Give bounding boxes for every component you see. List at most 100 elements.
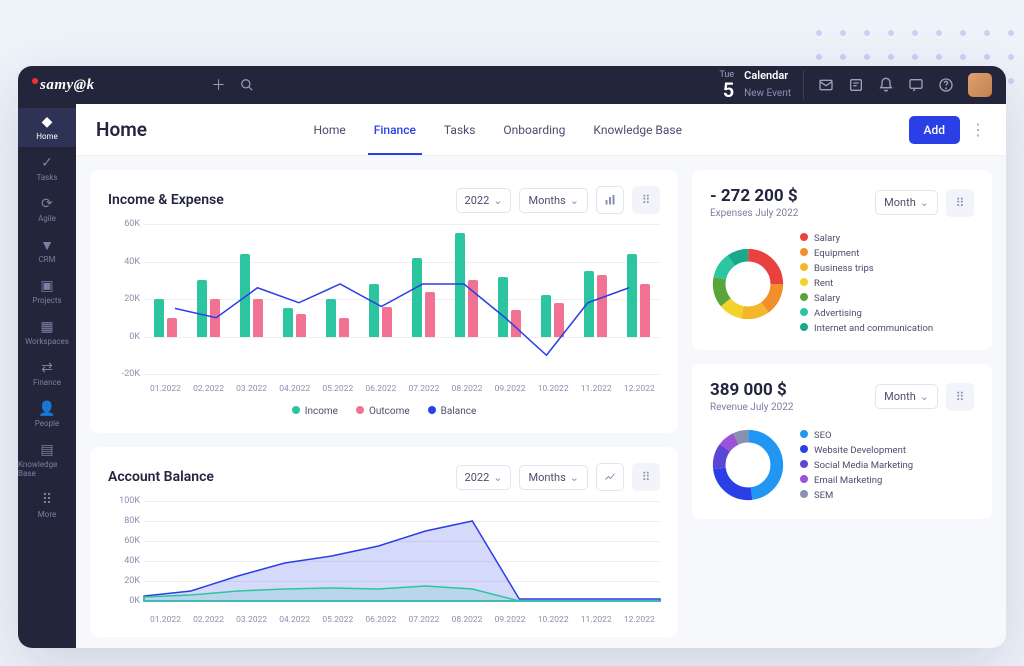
sidebar-item-workspaces[interactable]: ▦ Workspaces: [18, 313, 76, 352]
legend-item: Internet and communication: [800, 323, 933, 334]
logo: samy@k: [32, 77, 95, 94]
sidebar-item-label: Projects: [32, 296, 61, 305]
expenses-donut: [710, 246, 786, 322]
home-icon: ◆: [42, 114, 53, 130]
card-title: Income & Expense: [108, 192, 224, 208]
sidebar-item-knowledge-base[interactable]: ▤ Knowledge Base: [18, 436, 76, 484]
period-select[interactable]: Months: [519, 188, 588, 213]
legend-item: Website Development: [800, 445, 913, 456]
grid-button[interactable]: ⠿: [946, 383, 974, 411]
legend-item: Rent: [800, 278, 933, 289]
sidebar-item-crm[interactable]: ▼ CRM: [18, 231, 76, 270]
calendar-title: Calendar: [744, 70, 791, 82]
chat-icon[interactable]: [908, 77, 924, 93]
expenses-value: - 272 200 $: [710, 186, 798, 206]
year-select[interactable]: 2022: [456, 188, 512, 213]
bell-icon[interactable]: [878, 77, 894, 93]
page-header: Home Home Finance Tasks Onboarding Knowledge…: [76, 104, 1006, 156]
grid-button[interactable]: ⠿: [946, 189, 974, 217]
search-icon[interactable]: [233, 78, 261, 92]
period-select[interactable]: Month: [875, 384, 938, 409]
sidebar-item-tasks[interactable]: ✓ Tasks: [18, 149, 76, 188]
sidebar: ◆ Home ✓ Tasks ⟳ Agile ▼ CRM ▣ Projects ▦ Workspace…: [18, 104, 76, 648]
grid-button[interactable]: ⠿: [632, 463, 660, 491]
legend-item: SEM: [800, 490, 913, 501]
sidebar-item-label: Finance: [33, 378, 61, 387]
tabs: Home Finance Tasks Onboarding Knowledge Base: [311, 105, 684, 155]
period-select[interactable]: Months: [519, 465, 588, 490]
sidebar-item-agile[interactable]: ⟳ Agile: [18, 190, 76, 229]
more-icon: ⠿: [42, 492, 52, 508]
day-number: 5: [723, 78, 734, 102]
plus-icon[interactable]: ＋: [205, 75, 233, 95]
revenue-donut: [710, 427, 786, 503]
sidebar-item-more[interactable]: ⠿ More: [18, 486, 76, 525]
account-balance-card: Account Balance 2022 Months ⠿ 0K20K40K60…: [90, 447, 678, 637]
tasks-icon: ✓: [41, 155, 53, 171]
legend-item: Advertising: [800, 308, 933, 319]
chart-legend: Income Outcome Balance: [108, 406, 660, 417]
legend-item: Salary: [800, 233, 933, 244]
income-expense-card: Income & Expense 2022 Months ⠿ -20K0K20K…: [90, 170, 678, 433]
kb-icon: ▤: [40, 442, 53, 458]
sidebar-item-projects[interactable]: ▣ Projects: [18, 272, 76, 311]
sidebar-item-label: Agile: [38, 214, 56, 223]
add-button[interactable]: Add: [909, 116, 960, 144]
legend-item: Equipment: [800, 248, 933, 259]
mail-icon[interactable]: [818, 77, 834, 93]
note-icon[interactable]: [848, 77, 864, 93]
calendar-sub: New Event: [744, 88, 791, 99]
tab-tasks[interactable]: Tasks: [442, 105, 478, 155]
sidebar-item-label: Home: [36, 132, 58, 141]
page-title: Home: [96, 118, 147, 141]
card-title: Account Balance: [108, 469, 214, 485]
sidebar-item-home[interactable]: ◆ Home: [18, 108, 76, 147]
tab-home[interactable]: Home: [311, 105, 347, 155]
avatar[interactable]: [968, 73, 992, 97]
app-window: samy@k ＋ Tue 5 Calendar New Event ◆H: [18, 66, 1006, 648]
date-block[interactable]: Tue 5 Calendar New Event: [719, 70, 804, 100]
legend-item: SEO: [800, 430, 913, 441]
chart-type-button[interactable]: [596, 186, 624, 214]
tab-finance[interactable]: Finance: [372, 105, 418, 155]
sidebar-item-label: Workspaces: [25, 337, 69, 346]
sidebar-item-label: People: [35, 419, 59, 428]
sidebar-item-label: CRM: [38, 255, 55, 264]
revenue-card: 389 000 $ Revenue July 2022 Month ⠿ SEO W…: [692, 364, 992, 519]
crm-icon: ▼: [40, 237, 54, 253]
chart-type-button[interactable]: [596, 463, 624, 491]
account-balance-chart: 0K20K40K60K80K100K01.202202.202203.20220…: [144, 501, 660, 621]
legend-outcome: Outcome: [356, 406, 410, 417]
workspaces-icon: ▦: [40, 319, 53, 335]
finance-icon: ⇄: [41, 360, 53, 376]
expenses-sub: Expenses July 2022: [710, 208, 798, 219]
legend-item: Email Marketing: [800, 475, 913, 486]
help-icon[interactable]: [938, 77, 954, 93]
legend-income: Income: [292, 406, 338, 417]
topbar: samy@k ＋ Tue 5 Calendar New Event: [18, 66, 1006, 104]
sidebar-item-people[interactable]: 👤 People: [18, 395, 76, 434]
income-expense-chart: -20K0K20K40K60K01.202202.202203.202204.2…: [144, 224, 660, 394]
more-icon[interactable]: ⋮: [970, 120, 986, 139]
legend-item: Social Media Marketing: [800, 460, 913, 471]
period-select[interactable]: Month: [875, 190, 938, 215]
revenue-legend: SEO Website Development Social Media Marke…: [800, 430, 913, 501]
sidebar-item-label: Tasks: [37, 173, 58, 182]
legend-item: Salary: [800, 293, 933, 304]
sidebar-item-label: More: [38, 510, 56, 519]
expenses-legend: Salary Equipment Business trips Rent Salary A…: [800, 233, 933, 334]
expenses-card: - 272 200 $ Expenses July 2022 Month ⠿ S…: [692, 170, 992, 350]
projects-icon: ▣: [40, 278, 53, 294]
revenue-value: 389 000 $: [710, 380, 793, 400]
agile-icon: ⟳: [41, 196, 53, 212]
people-icon: 👤: [38, 401, 55, 417]
sidebar-item-label: Knowledge Base: [18, 460, 76, 478]
revenue-sub: Revenue July 2022: [710, 402, 793, 413]
tab-knowledge-base[interactable]: Knowledge Base: [591, 105, 684, 155]
grid-button[interactable]: ⠿: [632, 186, 660, 214]
legend-balance: Balance: [428, 406, 477, 417]
sidebar-item-finance[interactable]: ⇄ Finance: [18, 354, 76, 393]
tab-onboarding[interactable]: Onboarding: [501, 105, 567, 155]
legend-item: Business trips: [800, 263, 933, 274]
year-select[interactable]: 2022: [456, 465, 512, 490]
